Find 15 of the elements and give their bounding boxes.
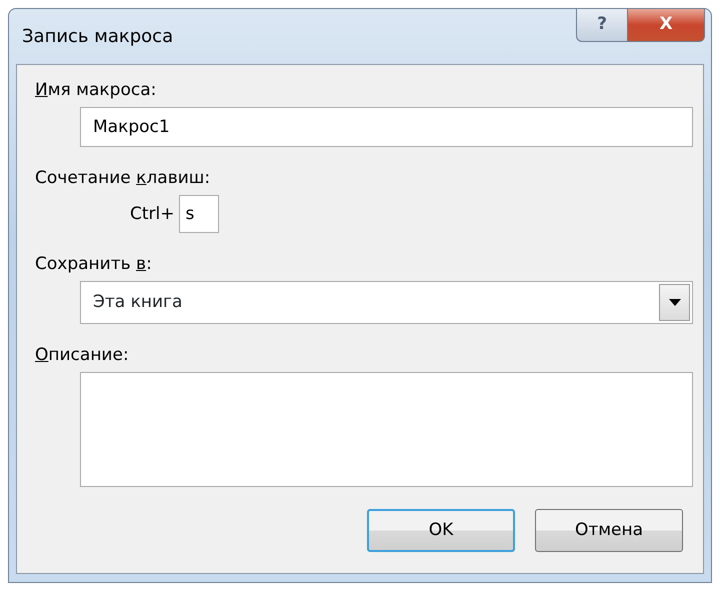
field-label: Сохранить в: xyxy=(35,253,152,275)
dropdown-arrow-icon[interactable] xyxy=(668,299,680,306)
close-button[interactable]: X xyxy=(628,9,705,42)
field-label: Описание: xyxy=(35,344,129,366)
ctrl-label: Ctrl+ xyxy=(130,203,174,225)
dialog-button[interactable]: Отмена xyxy=(535,509,683,552)
description-field[interactable] xyxy=(80,372,693,487)
dropdown-field[interactable]: Эта книга xyxy=(80,281,693,324)
dialog-button[interactable]: OK xyxy=(367,509,515,552)
window-title: Запись макроса xyxy=(22,25,174,49)
field-label: Имя макроса: xyxy=(35,79,156,101)
shortcut-field[interactable]: s xyxy=(178,195,218,233)
help-button[interactable]: ? xyxy=(576,9,628,42)
input-field[interactable]: Макрос1 xyxy=(80,107,693,147)
field-label: Сочетание клавиш: xyxy=(35,167,210,189)
